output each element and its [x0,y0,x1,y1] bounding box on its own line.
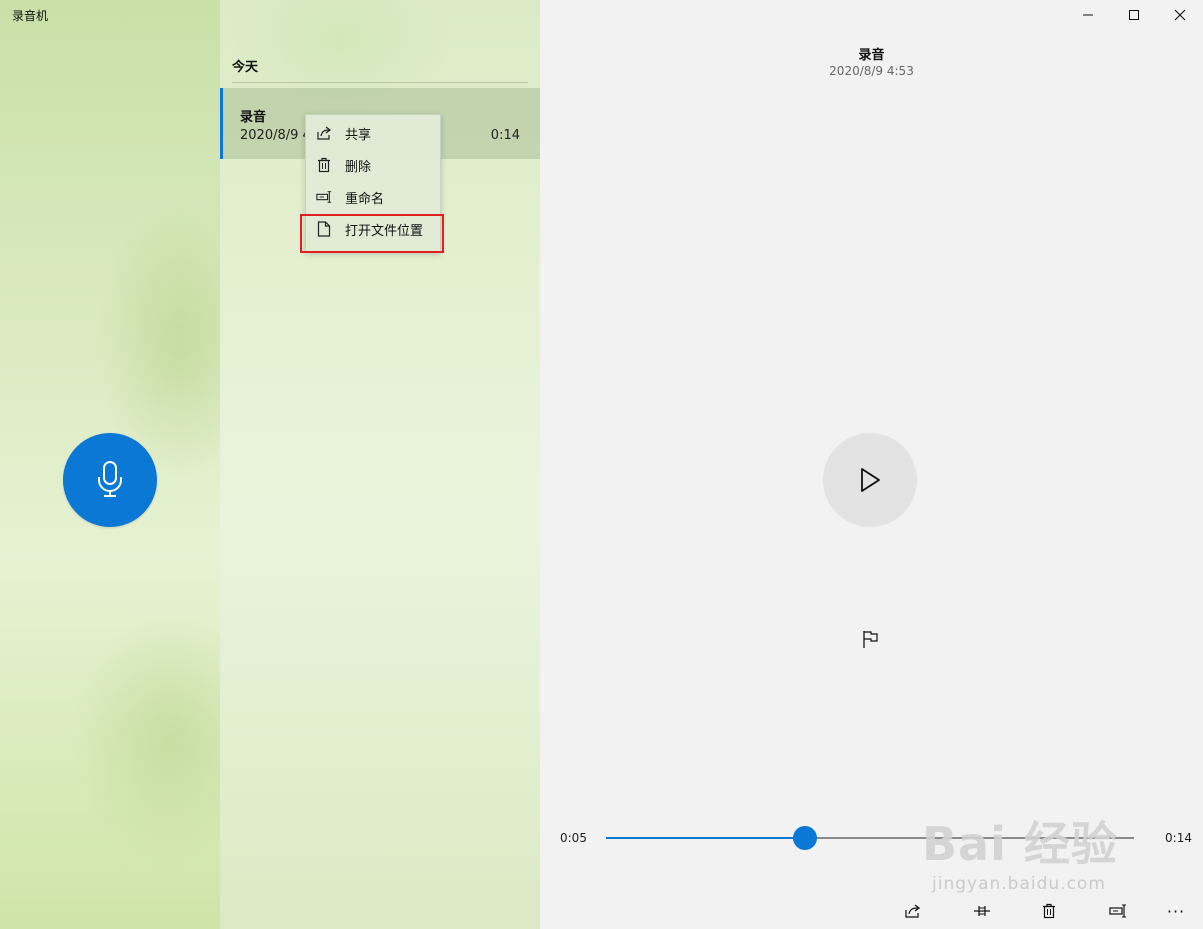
file-icon [316,221,332,237]
share-icon [316,125,332,141]
window-controls [1065,0,1203,30]
bottom-toolbar: ··· [540,897,1203,925]
microphone-icon [98,461,122,497]
delete-button[interactable] [1037,899,1061,923]
share-button[interactable] [901,899,925,923]
rename-icon [1109,904,1126,918]
rename-button[interactable] [1106,899,1130,923]
menu-item-open-file-location[interactable]: 打开文件位置 [306,213,440,245]
close-button[interactable] [1157,0,1203,30]
record-button[interactable] [63,433,157,527]
player-date: 2020/8/9 4:53 [829,64,914,78]
rename-icon [316,189,332,205]
seek-progress-fill [606,837,805,839]
flag-icon [863,631,878,648]
trash-icon [1043,903,1055,919]
share-icon [905,904,920,918]
more-icon: ··· [1166,901,1186,921]
menu-item-rename[interactable]: 重命名 [306,181,440,213]
recording-duration: 0:14 [490,128,520,143]
left-rail: 录音机 [0,0,220,929]
menu-item-label: 打开文件位置 [345,223,424,239]
menu-item-label: 重命名 [345,191,385,207]
selection-accent [220,88,223,159]
player-pane: 录音 2020/8/9 4:53 0:05 0:14 ··· [540,0,1203,929]
seek-thumb[interactable] [792,826,817,850]
current-time: 0:05 [560,831,587,845]
trash-icon [316,157,332,173]
player-title: 录音 [858,48,885,63]
app-title: 录音机 [12,9,49,23]
recording-name: 录音 [240,110,267,125]
menu-item-label: 共享 [345,127,372,143]
total-time: 0:14 [1165,831,1192,845]
maximize-button[interactable] [1111,0,1157,30]
menu-item-delete[interactable]: 删除 [306,149,440,181]
play-button[interactable] [823,433,917,527]
context-menu: 共享 删除 重命名 打开文件位置 [305,114,441,252]
recording-date: 2020/8/9 4 [240,128,311,143]
trim-icon [974,906,990,916]
group-header: 今天 [232,56,528,83]
more-options-button[interactable]: ··· [1164,899,1188,923]
close-icon [1174,9,1186,21]
menu-item-share[interactable]: 共享 [306,117,440,149]
trim-button[interactable] [970,899,994,923]
add-marker-button[interactable] [858,627,882,651]
minimize-button[interactable] [1065,0,1111,30]
menu-item-label: 删除 [345,159,372,175]
seek-slider[interactable] [606,826,1134,850]
play-icon [861,468,880,492]
maximize-icon [1129,10,1139,20]
minimize-icon [1083,14,1093,16]
